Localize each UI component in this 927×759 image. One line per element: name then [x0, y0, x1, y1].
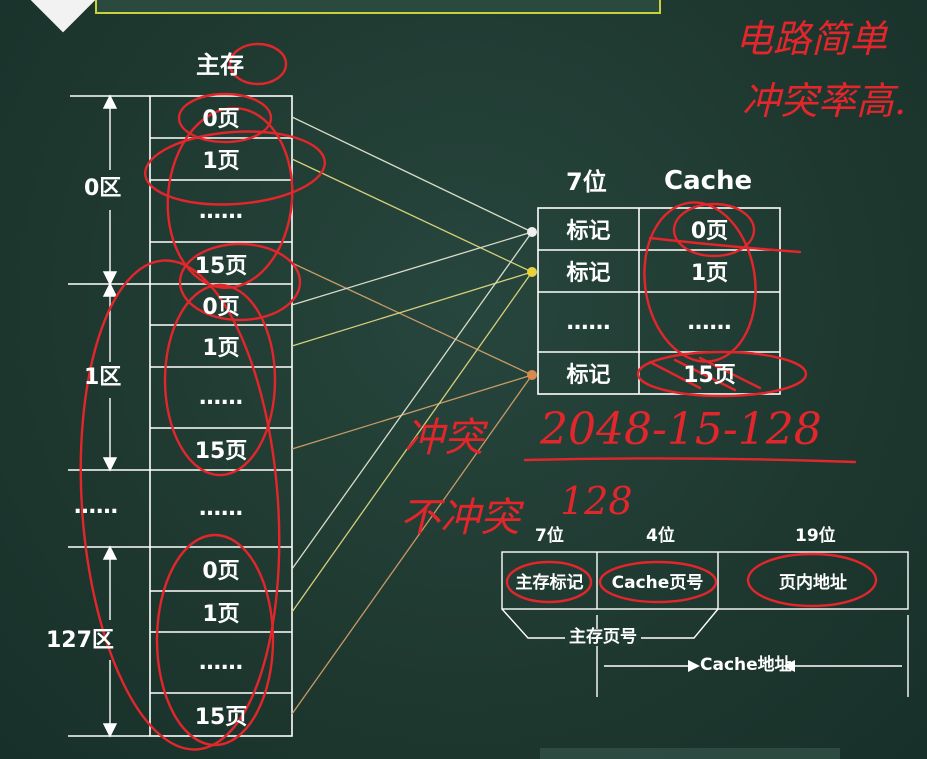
memory-page: 1页: [202, 149, 240, 174]
zone-label: ……: [74, 494, 118, 519]
memory-page: 1页: [202, 336, 240, 361]
field-cache-page: Cache页号: [611, 573, 704, 593]
cache-page: ……: [687, 309, 732, 335]
main-memory-title: 主存: [196, 51, 244, 79]
cache-tag: 标记: [566, 363, 611, 388]
cache-page: 1页: [690, 261, 729, 286]
memory-page: 1页: [202, 601, 240, 627]
bottom-toolbar: [540, 748, 840, 759]
cache-page: 0页: [690, 219, 729, 244]
field-main-tag: 主存标记: [515, 573, 584, 593]
cache-tag: 标记: [566, 261, 611, 286]
cache-tag: ……: [566, 309, 611, 335]
cache-address-label: Cache地址: [700, 655, 792, 675]
field-bits: 19位: [795, 526, 836, 546]
cache-title: Cache: [664, 166, 753, 196]
memory-page: 0页: [202, 107, 240, 132]
cache-tag: 标记: [566, 219, 611, 244]
note-no-conflict: 不冲突: [400, 495, 520, 541]
note-no-conflict-value: 128: [560, 479, 633, 523]
field-bits: 4位: [646, 526, 675, 546]
zone-label: 127区: [46, 628, 114, 653]
main-page-label: 主存页号: [565, 629, 641, 646]
memory-page: 15页: [194, 254, 248, 279]
field-page-offset: 页内地址: [779, 573, 847, 593]
note-simple-circuit: 电路简单: [735, 17, 888, 61]
memory-page: 15页: [194, 439, 248, 464]
memory-page: 0页: [202, 294, 240, 320]
memory-page: 15页: [194, 704, 248, 730]
cache-tag-bits: 7位: [566, 168, 607, 196]
memory-page: ……: [199, 385, 243, 410]
memory-page: ……: [199, 496, 243, 521]
memory-page: ……: [199, 198, 243, 224]
memory-page: ……: [199, 650, 243, 675]
note-conflict: 冲突: [404, 415, 484, 461]
cache-page: 15页: [683, 363, 736, 388]
note-conflict-value: 2048-15-128: [540, 404, 822, 455]
field-bits: 7位: [535, 526, 564, 546]
note-high-conflict: 冲突率高.: [742, 79, 907, 123]
zone-label: 0区: [84, 176, 122, 201]
memory-page: 0页: [202, 559, 240, 584]
zone-label: 1区: [84, 365, 122, 390]
